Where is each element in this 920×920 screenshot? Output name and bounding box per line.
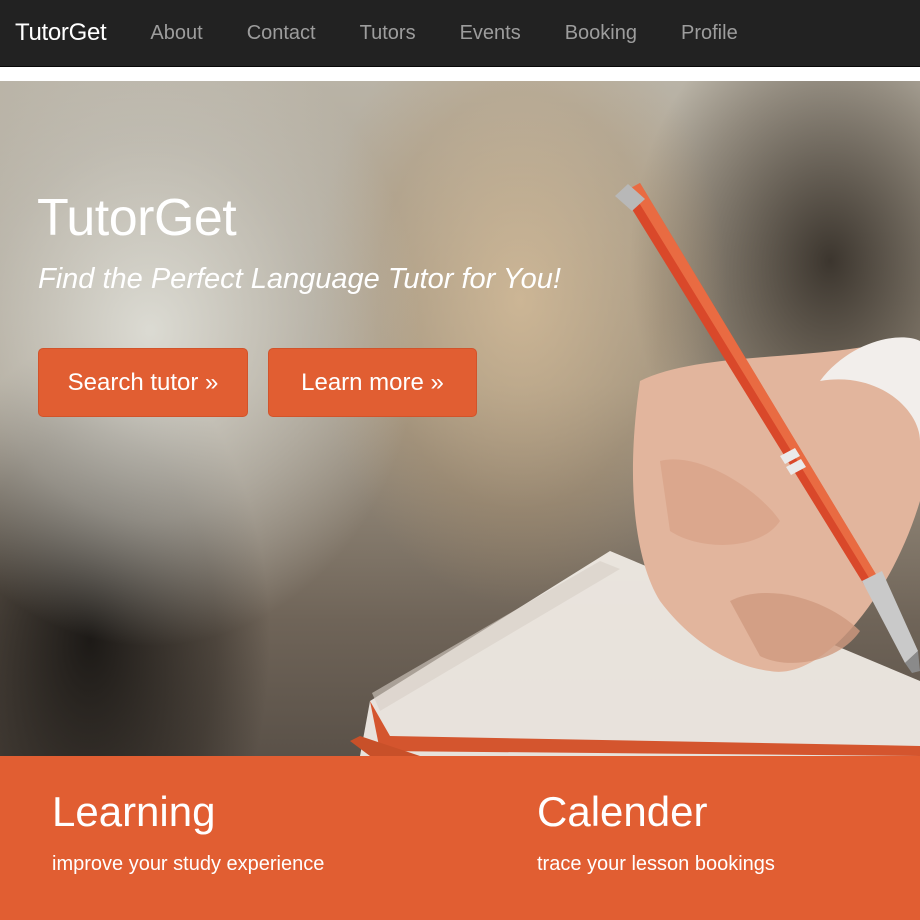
nav-link-tutors[interactable]: Tutors	[360, 22, 416, 45]
nav-link-profile[interactable]: Profile	[681, 22, 738, 45]
feature-title: Learning	[52, 788, 216, 835]
top-navbar: TutorGet About Contact Tutors Events Boo…	[0, 0, 920, 67]
search-tutor-button[interactable]: Search tutor »	[38, 348, 248, 417]
nav-link-contact[interactable]: Contact	[247, 22, 316, 45]
features-band: Learning improve your study experience C…	[0, 756, 920, 920]
feature-title: Calender	[537, 788, 708, 835]
brand-logo[interactable]: TutorGet	[15, 19, 107, 47]
learn-more-button[interactable]: Learn more »	[268, 348, 477, 417]
feature-description: trace your lesson bookings	[537, 853, 775, 875]
hero-banner: TutorGet Find the Perfect Language Tutor…	[0, 81, 920, 756]
feature-description: improve your study experience	[52, 853, 325, 875]
nav-link-events[interactable]: Events	[460, 22, 521, 45]
hero-background-image	[350, 183, 920, 756]
hero-tagline: Find the Perfect Language Tutor for You!	[38, 263, 561, 295]
nav-link-booking[interactable]: Booking	[565, 22, 637, 45]
nav-link-about[interactable]: About	[150, 22, 202, 45]
hero-title: TutorGet	[37, 189, 237, 247]
